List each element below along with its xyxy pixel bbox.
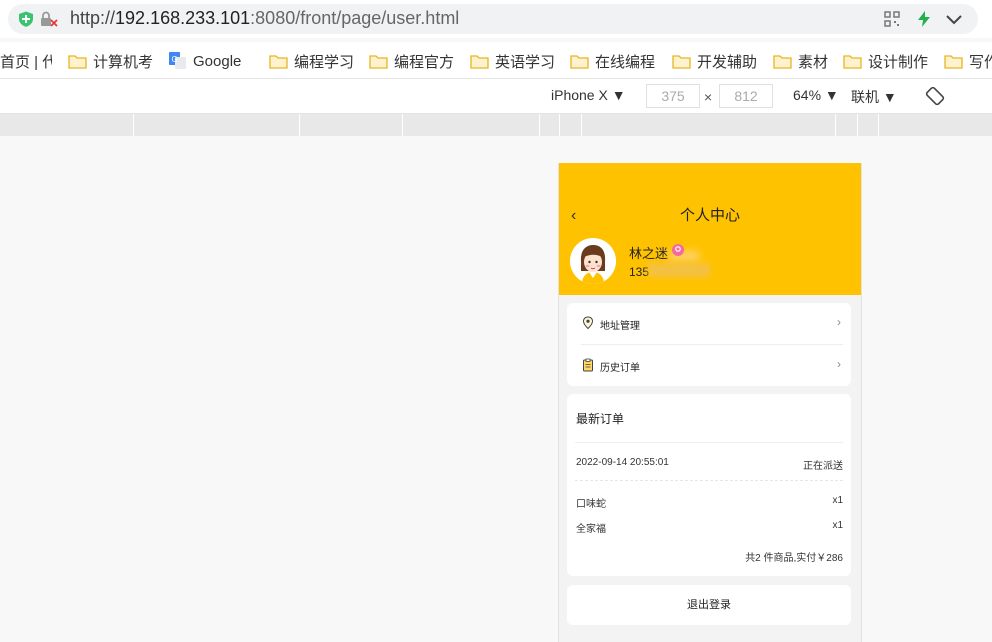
- shield-icon[interactable]: [18, 11, 34, 27]
- divider: [575, 442, 843, 443]
- bookmark-item[interactable]: 计算机考: [68, 51, 154, 71]
- folder-icon: [369, 54, 388, 69]
- dashed-divider: [575, 480, 843, 481]
- chevron-right-icon: ›: [837, 357, 841, 371]
- user-phone: 135: [629, 265, 650, 279]
- rotate-icon[interactable]: [924, 85, 946, 107]
- folder-icon: [269, 54, 288, 69]
- bookmark-item[interactable]: 设计制作: [843, 51, 928, 71]
- bookmarks-bar: 首页 | 代 计算机考 G Google 编程学习 编程官方 英语学习 在线编程…: [0, 42, 992, 79]
- folder-icon: [68, 54, 87, 69]
- bookmark-item[interactable]: 素材: [773, 51, 833, 71]
- dimension-separator: ×: [704, 89, 713, 105]
- order-time: 2022-09-14 20:55:01: [576, 457, 669, 468]
- menu-item-address[interactable]: 地址管理 ›: [567, 303, 851, 343]
- google-translate-icon: G: [169, 52, 186, 69]
- bookmark-item[interactable]: 英语学习: [470, 51, 560, 71]
- media-query-ruler: [0, 114, 992, 136]
- section-heading: 最新订单: [576, 412, 625, 426]
- page-title: 个人中心: [679, 207, 740, 224]
- bookmark-item[interactable]: 在线编程: [570, 51, 657, 71]
- avatar[interactable]: [570, 238, 616, 284]
- bookmark-item[interactable]: 编程官方: [369, 51, 455, 71]
- folder-icon: [944, 54, 963, 69]
- folder-icon: [672, 54, 691, 69]
- menu-item-label: 历史订单: [600, 363, 640, 374]
- device-select[interactable]: iPhone X ▼: [551, 87, 626, 103]
- redaction-blur: [648, 263, 710, 277]
- order-item-qty: x1: [832, 495, 843, 506]
- phone-viewport: ‹ 个人中心 林之迷 135 地址管理 › 历史订单 › 最新订单 2022-0…: [558, 163, 862, 642]
- menu-item-label: 地址管理: [600, 321, 640, 332]
- folder-icon: [570, 54, 589, 69]
- chevron-right-icon: ›: [837, 315, 841, 329]
- device-toolbar: iPhone X ▼ 375 × 812 64% ▼ 联机 ▼: [0, 79, 992, 114]
- profile-header: ‹ 个人中心 林之迷 135: [559, 163, 861, 295]
- chevron-down-icon[interactable]: [944, 10, 964, 28]
- menu-item-order-history[interactable]: 历史订单 ›: [567, 345, 851, 385]
- user-name: 林之迷: [629, 246, 669, 261]
- menu-card: 地址管理 › 历史订单 ›: [567, 303, 851, 386]
- order-item-name: 口味蛇: [576, 499, 606, 510]
- folder-icon: [843, 54, 862, 69]
- zoom-select[interactable]: 64% ▼: [793, 87, 839, 103]
- width-input[interactable]: 375: [646, 84, 700, 108]
- network-select[interactable]: 联机 ▼: [851, 87, 897, 107]
- address-bar: http://192.168.233.101:8080/front/page/u…: [0, 0, 992, 38]
- folder-icon: [773, 54, 792, 69]
- svg-text:G: G: [172, 55, 178, 64]
- bookmark-item[interactable]: 编程学习: [269, 51, 359, 71]
- order-item-qty: x1: [832, 520, 843, 531]
- logout-button[interactable]: 退出登录: [567, 585, 851, 625]
- order-summary: 共2 件商品,实付￥286: [745, 553, 843, 564]
- url-host: 192.168.233.101: [115, 8, 251, 28]
- bookmark-item[interactable]: 首页 | 代: [0, 51, 52, 71]
- bookmark-item[interactable]: 写作: [944, 51, 992, 71]
- url-text[interactable]: http://192.168.233.101:8080/front/page/u…: [70, 8, 459, 29]
- lightning-icon[interactable]: [914, 10, 934, 28]
- order-item-name: 全家福: [576, 524, 606, 535]
- height-input[interactable]: 812: [719, 84, 773, 108]
- order-status: 正在派送: [803, 461, 843, 472]
- gender-female-icon: [672, 244, 684, 256]
- bookmark-item[interactable]: 开发辅助: [672, 51, 758, 71]
- folder-icon: [470, 54, 489, 69]
- insecure-lock-icon[interactable]: [40, 11, 58, 27]
- qr-code-icon[interactable]: [882, 10, 902, 28]
- clipboard-icon: [583, 358, 593, 372]
- location-pin-icon: [582, 316, 594, 330]
- bookmark-item[interactable]: G Google: [169, 51, 253, 71]
- latest-order-card: 最新订单 2022-09-14 20:55:01 正在派送 口味蛇 x1 全家福…: [567, 394, 851, 576]
- url-path: :8080/front/page/user.html: [250, 8, 460, 28]
